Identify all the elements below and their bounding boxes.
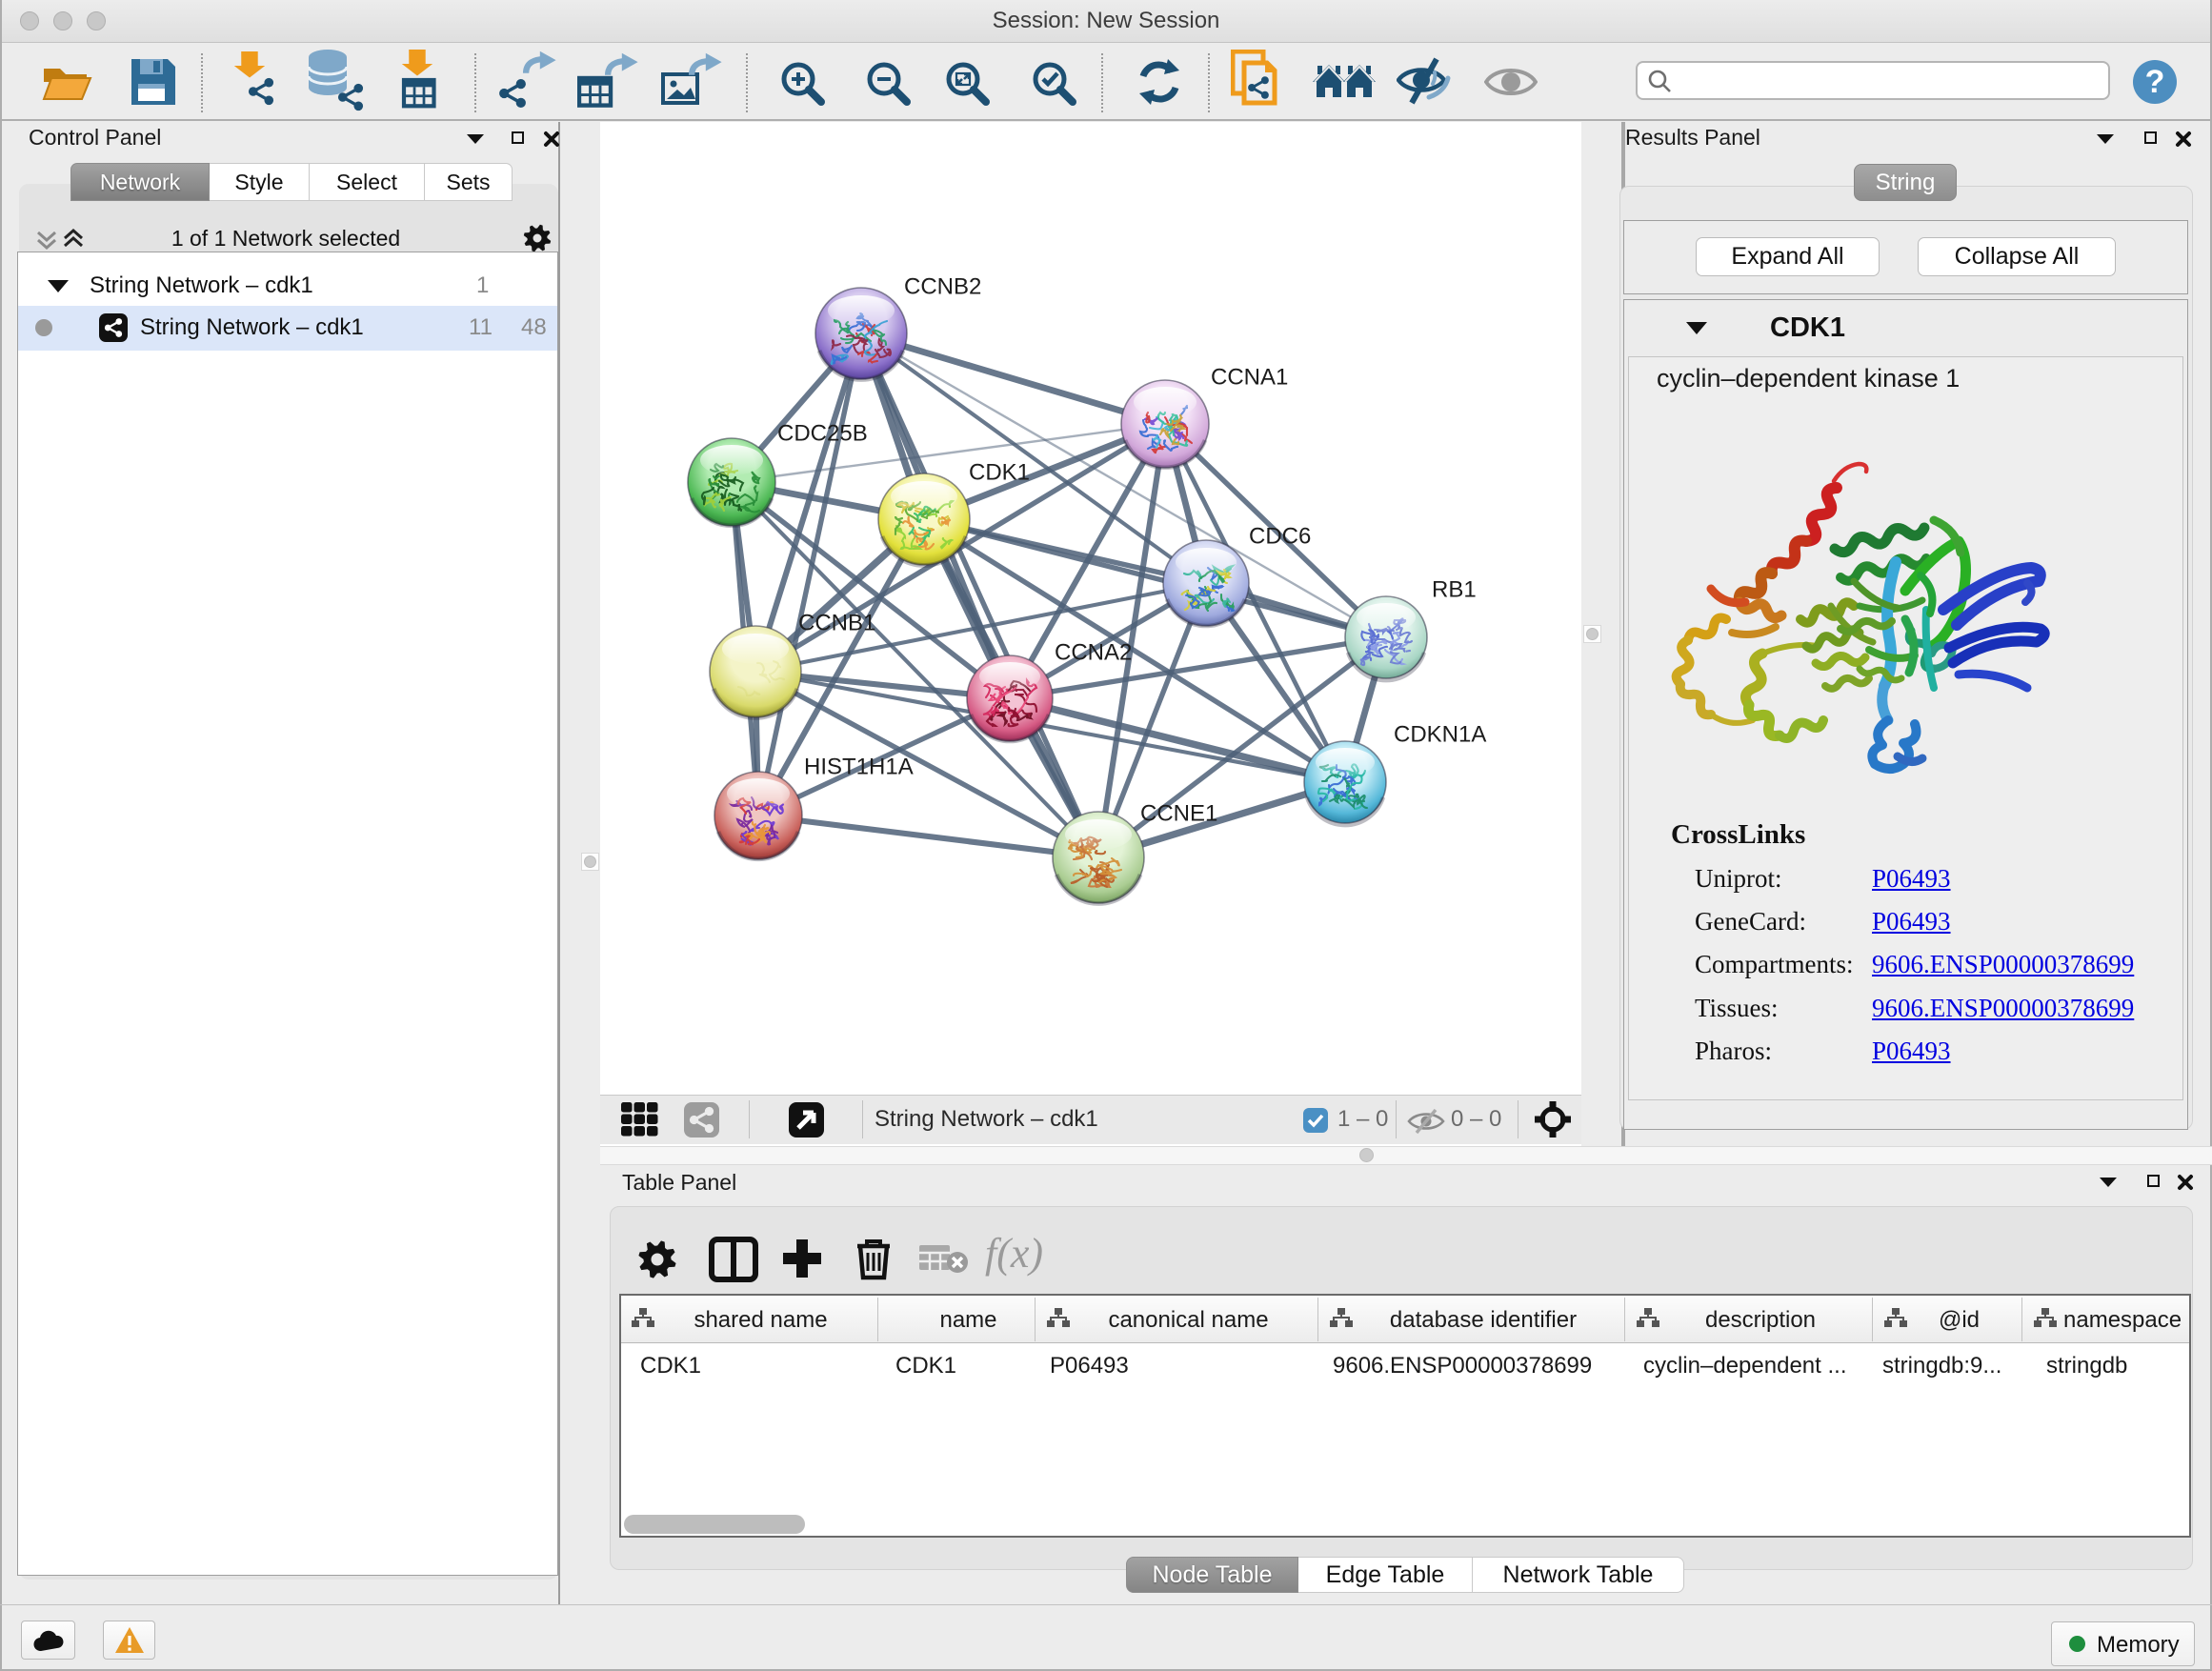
svg-text:CCNE1: CCNE1: [1140, 800, 1217, 826]
svg-text:RB1: RB1: [1432, 576, 1477, 602]
svg-text:HIST1H1A: HIST1H1A: [804, 754, 914, 779]
svg-text:CCNA2: CCNA2: [1055, 639, 1132, 665]
svg-text:CCNB2: CCNB2: [904, 273, 981, 299]
svg-text:CCNA1: CCNA1: [1211, 364, 1288, 390]
svg-text:CDK1: CDK1: [969, 459, 1030, 485]
svg-text:CDC25B: CDC25B: [777, 420, 868, 446]
svg-text:CDKN1A: CDKN1A: [1394, 721, 1486, 747]
svg-text:CCNB1: CCNB1: [798, 610, 875, 635]
svg-text:CDC6: CDC6: [1249, 523, 1311, 549]
